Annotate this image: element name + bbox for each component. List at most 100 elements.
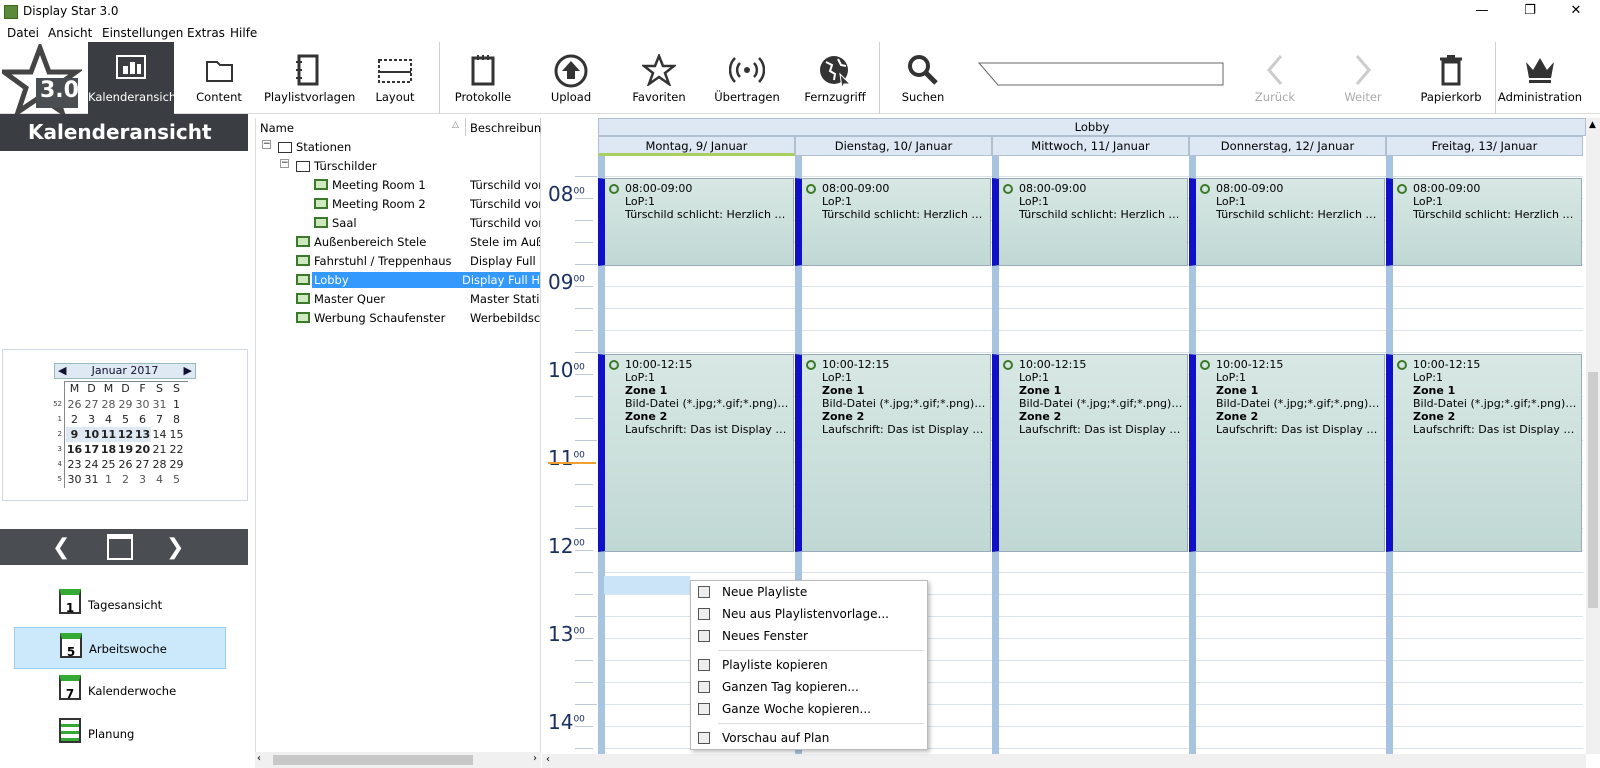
menu-neues-fenster[interactable]: Neues Fenster	[690, 625, 928, 647]
column-name-header[interactable]: Name △	[256, 118, 466, 136]
toolbar-weiter[interactable]: Weiter	[1320, 42, 1406, 114]
tree-row-selected[interactable]: LobbyDisplay Full HD	[256, 271, 540, 290]
toolbar-kalenderansicht[interactable]: Kalenderansicht	[88, 42, 181, 114]
tree-row[interactable]: − Türschilder	[256, 157, 540, 176]
calendar-day[interactable]: 15	[168, 427, 185, 442]
tree-row[interactable]: Meeting Room 2 Türschild vor M	[256, 195, 540, 214]
collapse-icon[interactable]: −	[280, 159, 289, 168]
tree-row[interactable]: Werbung Schaufenster Werbebildschir	[256, 309, 540, 328]
menu-neue-playliste[interactable]: Neue Playliste	[690, 581, 928, 603]
calendar-day[interactable]: 21	[151, 442, 168, 457]
prev-icon[interactable]: ❮	[52, 535, 70, 560]
calendar-day[interactable]: 30	[134, 397, 151, 412]
tree-row[interactable]: Meeting Room 1 Türschild vor M	[256, 176, 540, 195]
calendar-day[interactable]: 14	[151, 427, 168, 442]
calendar-day[interactable]: 7	[151, 412, 168, 427]
calendar-day[interactable]: 8	[168, 412, 185, 427]
menu-playliste-kopieren[interactable]: Playliste kopieren	[690, 654, 928, 676]
tree-row[interactable]: Fahrstuhl / Treppenhaus Display Full HD	[256, 252, 540, 271]
selected-timeslot[interactable]	[604, 576, 690, 594]
menu-ansicht[interactable]: Ansicht	[48, 26, 92, 40]
toolbar-uebertragen[interactable]: Übertragen	[704, 42, 790, 114]
appointment[interactable]: 10:00-12:15 LoP:1 Zone 1 Bild-Datei (*.jpg;…	[598, 354, 794, 552]
menu-neu-aus-vorlage[interactable]: Neu aus Playlistenvorlage...	[690, 603, 928, 625]
toolbar-favoriten[interactable]: Favoriten	[616, 42, 702, 114]
tree-row[interactable]: Außenbereich Stele Stele im Außen	[256, 233, 540, 252]
calendar-day[interactable]: 26	[66, 397, 83, 412]
calendar-day[interactable]: 26	[117, 457, 134, 472]
view-kalenderwoche[interactable]: 7 Kalenderwoche	[14, 670, 226, 712]
menu-hilfe[interactable]: Hilfe	[230, 26, 257, 40]
calendar-day[interactable]: 18	[100, 442, 117, 457]
calendar-day[interactable]: 23	[66, 457, 83, 472]
calendar-day[interactable]: 4	[151, 472, 168, 487]
prev-month-icon[interactable]: ◀	[58, 364, 66, 378]
calendar-day[interactable]: 12	[117, 427, 134, 442]
toolbar-fernzugriff[interactable]: Fernzugriff	[792, 42, 878, 114]
scroll-thumb[interactable]	[1588, 372, 1598, 608]
appointment[interactable]: 08:00-09:00 LoP:1 Türschild schlicht: Herz…	[1386, 178, 1582, 266]
close-button[interactable]: ✕	[1554, 0, 1598, 24]
collapse-icon[interactable]: −	[262, 140, 271, 149]
calendar-icon[interactable]	[107, 534, 133, 560]
appointment[interactable]: 10:00-12:15 LoP:1 Zone 1 Bild-Datei (*.jpg;…	[1386, 354, 1582, 552]
day-header[interactable]: Montag, 9/ Januar	[598, 136, 795, 156]
calendar-day[interactable]: 31	[83, 472, 100, 487]
appointment[interactable]: 10:00-12:15 LoP:1 Zone 1 Bild-Datei (*.jpg;…	[992, 354, 1188, 552]
appointment[interactable]: 10:00-12:15 LoP:1 Zone 1 Bild-Datei (*.jpg;…	[795, 354, 991, 552]
calendar-day[interactable]: 13	[134, 427, 151, 442]
calendar-day[interactable]: 31	[151, 397, 168, 412]
menu-woche-kopieren[interactable]: Ganze Woche kopieren...	[690, 698, 928, 720]
menu-einstellungen[interactable]: Einstellungen	[102, 26, 183, 40]
calendar-day[interactable]: 11	[100, 427, 117, 442]
scroll-thumb[interactable]	[273, 755, 473, 765]
appointment[interactable]: 10:00-12:15 LoP:1 Zone 1 Bild-Datei (*.jpg;…	[1189, 354, 1385, 552]
toolbar-suchen[interactable]: Suchen	[880, 42, 966, 114]
view-planung[interactable]: Planung	[14, 713, 226, 755]
calendar-day[interactable]: 22	[168, 442, 185, 457]
calendar-day[interactable]: 10	[83, 427, 100, 442]
day-header[interactable]: Freitag, 13/ Januar	[1386, 136, 1583, 156]
toolbar-papierkorb[interactable]: Papierkorb	[1408, 42, 1494, 114]
calendar-day[interactable]: 3	[134, 472, 151, 487]
calendar-day[interactable]: 20	[134, 442, 151, 457]
calendar-day[interactable]: 5	[168, 472, 185, 487]
view-arbeitswoche[interactable]: 5 Arbeitswoche	[14, 627, 226, 669]
toolbar-upload[interactable]: Upload	[528, 42, 614, 114]
appointment[interactable]: 08:00-09:00 LoP:1 Türschild schlicht: Herz…	[1189, 178, 1385, 266]
toolbar-playlistvorlagen[interactable]: Playlistvorlagen	[264, 42, 355, 114]
calendar-day[interactable]: 1	[100, 472, 117, 487]
calendar-day[interactable]: 24	[83, 457, 100, 472]
appointment[interactable]: 08:00-09:00 LoP:1 Türschild schlicht: Herz…	[795, 178, 991, 266]
appointment[interactable]: 08:00-09:00 LoP:1 Türschild schlicht: Herz…	[598, 178, 794, 266]
calendar-day[interactable]: 2	[117, 472, 134, 487]
calendar-vertical-scrollbar[interactable]: ▲	[1586, 118, 1600, 754]
tree-row[interactable]: − Stationen	[256, 138, 540, 157]
next-month-icon[interactable]: ▶	[184, 364, 192, 378]
calendar-day[interactable]: 25	[100, 457, 117, 472]
calendar-day[interactable]: 6	[134, 412, 151, 427]
scroll-left-icon[interactable]: ‹	[546, 754, 550, 765]
day-header[interactable]: Mittwoch, 11/ Januar	[992, 136, 1189, 156]
calendar-horizontal-scrollbar[interactable]: ‹	[542, 754, 1586, 768]
next-icon[interactable]: ❯	[166, 535, 184, 560]
scroll-right-icon[interactable]: ›	[533, 753, 537, 764]
scroll-up-icon[interactable]: ▲	[1589, 120, 1596, 130]
calendar-day[interactable]: 29	[168, 457, 185, 472]
calendar-day[interactable]: 27	[134, 457, 151, 472]
tree-horizontal-scrollbar[interactable]: ‹ ›	[255, 752, 541, 768]
scroll-left-icon[interactable]: ‹	[257, 753, 261, 764]
toolbar-administration[interactable]: Administration	[1496, 42, 1584, 114]
day-header[interactable]: Dienstag, 10/ Januar	[795, 136, 992, 156]
calendar-day[interactable]: 28	[151, 457, 168, 472]
tree-row[interactable]: Master Quer Master Station	[256, 290, 540, 309]
toolbar-content[interactable]: Content	[176, 42, 262, 114]
calendar-day[interactable]: 5	[117, 412, 134, 427]
day-header[interactable]: Donnerstag, 12/ Januar	[1189, 136, 1386, 156]
calendar-day[interactable]: 1	[168, 397, 185, 412]
tree-row[interactable]: Saal Türschild vor S	[256, 214, 540, 233]
restore-button[interactable]: ❐	[1508, 0, 1552, 24]
toolbar-zurueck[interactable]: Zurück	[1232, 42, 1318, 114]
calendar-day[interactable]: 4	[100, 412, 117, 427]
toolbar-protokolle[interactable]: Protokolle	[440, 42, 526, 114]
